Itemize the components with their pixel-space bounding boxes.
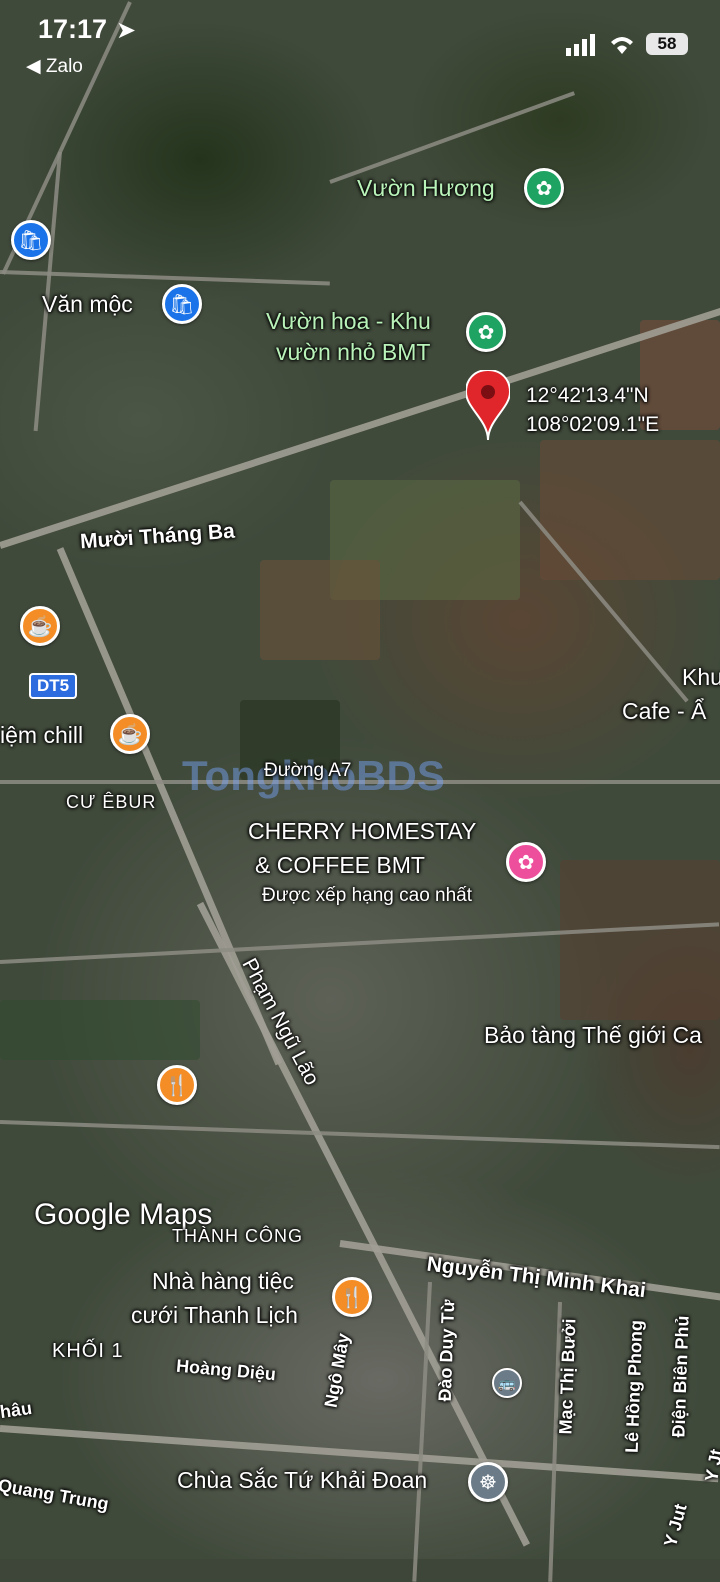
area-label: THÀNH CÔNG	[172, 1226, 303, 1246]
place-label[interactable]: & COFFEE BMT	[255, 852, 425, 879]
back-to-app-link[interactable]: ◀ Zalo	[26, 55, 83, 78]
restaurant-icon[interactable]: 🍴	[157, 1065, 197, 1105]
street-label: Mạc Thị Bưởi	[555, 1318, 580, 1435]
location-arrow-icon: ➤	[116, 17, 137, 44]
route-shield: DT5	[29, 673, 78, 699]
place-label[interactable]: iệm chill	[0, 722, 83, 749]
place-label[interactable]: Bảo tàng Thế giới Ca	[484, 1022, 702, 1049]
road	[0, 1120, 720, 1150]
place-label[interactable]: Khu	[682, 664, 720, 691]
street-label: Đường A7	[264, 760, 352, 781]
place-label[interactable]: Chùa Sắc Tứ Khải Đoan	[177, 1467, 427, 1494]
coffee-icon[interactable]: ☕	[110, 714, 150, 754]
battery-indicator: 58	[646, 33, 688, 55]
bus-icon[interactable]: 🚌	[492, 1368, 522, 1398]
rating-note: Được xếp hạng cao nhất	[262, 885, 473, 906]
flower-icon[interactable]: ✿	[466, 312, 506, 352]
coordinates-readout: 12°42'13.4"N 108°02'09.1"E	[526, 381, 659, 439]
street-label: hâu	[0, 1397, 34, 1423]
coffee-icon[interactable]: ☕	[20, 606, 60, 646]
red-pin-icon[interactable]	[464, 368, 512, 447]
place-label[interactable]: Văn mộc	[42, 291, 133, 318]
forest-block	[0, 1000, 200, 1060]
wifi-icon	[606, 32, 638, 61]
restaurant-icon[interactable]: 🍴	[332, 1277, 372, 1317]
street-label: Đào Duy Từ	[434, 1299, 459, 1402]
place-label[interactable]: Cafe - Ẩ	[622, 698, 706, 725]
area-label: KHỐI 1	[52, 1340, 124, 1362]
flower-icon[interactable]: ✿	[524, 168, 564, 208]
place-label[interactable]: Nhà hàng tiệc	[152, 1268, 294, 1295]
place-label[interactable]: Vườn hoa - Khu	[266, 308, 431, 335]
signal-icon	[566, 34, 600, 61]
status-bar: 17:17 ➤ ◀ Zalo 58	[0, 0, 720, 90]
field-block	[260, 560, 380, 660]
shopping-bag-icon[interactable]: 🛍	[11, 220, 51, 260]
field-block	[560, 860, 720, 1020]
homestay-icon[interactable]: ✿	[506, 842, 546, 882]
place-label[interactable]: Vườn Hương	[357, 175, 495, 202]
temple-icon[interactable]: ☸	[468, 1462, 508, 1502]
shopping-bag-icon[interactable]: 🛍	[162, 284, 202, 324]
area-label: CƯ ÊBUR	[66, 792, 157, 812]
latitude: 12°42'13.4"N	[526, 384, 649, 407]
street-label: Điện Biên Phủ	[668, 1315, 693, 1438]
clock: 17:17	[38, 14, 108, 44]
place-label[interactable]: vườn nhỏ BMT	[276, 339, 430, 366]
place-label[interactable]: CHERRY HOMESTAY	[248, 818, 476, 845]
place-label[interactable]: cưới Thanh Lịch	[131, 1302, 298, 1329]
longitude: 108°02'09.1"E	[526, 413, 660, 436]
